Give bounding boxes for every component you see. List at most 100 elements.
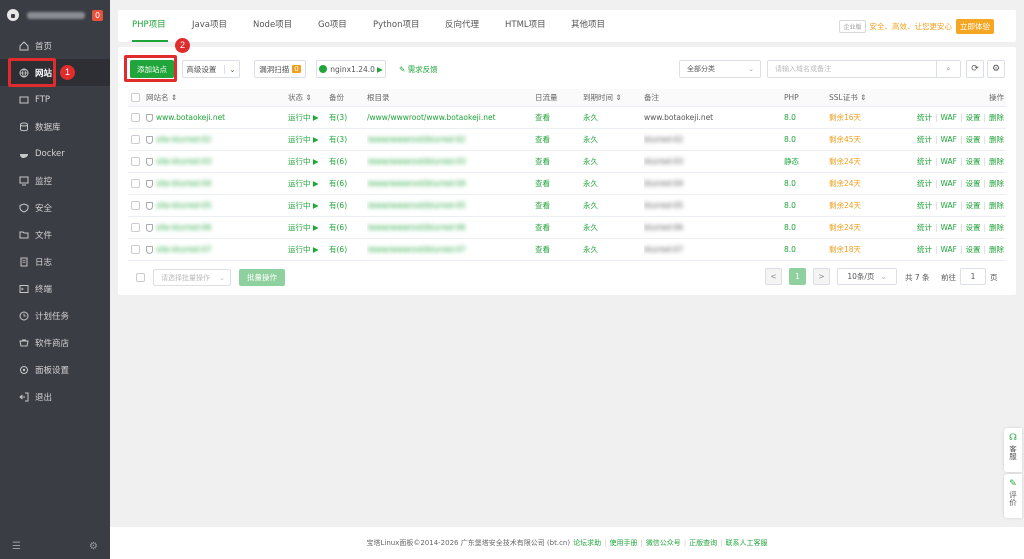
expire-link[interactable]: 永久 [583,172,644,195]
root-dir-link[interactable]: /www/wwwroot/blurred-05 [367,201,466,210]
root-dir-link[interactable]: /www/wwwroot/blurred-04 [367,179,466,188]
note-text[interactable]: blurred-02 [644,135,683,144]
site-name-link[interactable]: site-blurred-02 [156,135,211,144]
page-prev-button[interactable]: < [765,268,782,285]
action-delete[interactable]: 删除 [989,157,1004,166]
root-dir-link[interactable]: /www/wwwroot/blurred-07 [367,245,466,254]
traffic-link[interactable]: 查看 [535,238,583,261]
expire-link[interactable]: 永久 [583,106,644,129]
sidebar-item-shield[interactable]: 安全 [0,194,110,221]
batch-select[interactable]: 请选择批量操作 ⌄ 批量操作 [136,269,285,286]
action-waf[interactable]: WAF [940,201,956,210]
sidebar-item-clock[interactable]: 计划任务 [0,302,110,329]
php-version[interactable]: 静态 [784,150,829,173]
backup-link[interactable]: 有(3) [329,106,367,129]
goto-page-input[interactable]: 1 [960,268,986,285]
root-dir-link[interactable]: /www/wwwroot/www.botaokeji.net [367,113,496,122]
action-stats[interactable]: 统计 [917,245,932,254]
status-toggle[interactable]: 运行中 ▶ [288,150,329,173]
action-settings[interactable]: 设置 [965,245,980,254]
footer-link-license[interactable]: 正版查询 [689,538,717,548]
status-toggle[interactable]: 运行中 ▶ [288,106,329,129]
tab-python[interactable]: Python项目 [373,10,419,42]
status-toggle[interactable]: 运行中 ▶ [288,128,329,151]
batch-operation-button[interactable]: 批量操作 [239,269,285,286]
nginx-version-button[interactable]: nginx1.24.0 ▶ [316,60,386,78]
feedback-link[interactable]: ✎ 需求反馈 [399,64,438,75]
row-checkbox[interactable] [131,222,140,232]
php-version[interactable]: 8.0 [784,238,829,261]
traffic-link[interactable]: 查看 [535,194,583,217]
sidebar-item-database[interactable]: 数据库 [0,113,110,140]
col-site-name[interactable]: 网站名 ⇕ [146,89,288,107]
footer-link-support[interactable]: 联系人工客服 [726,538,768,548]
tab-node[interactable]: Node项目 [253,10,292,42]
action-waf[interactable]: WAF [940,245,956,254]
tab-other[interactable]: 其他项目 [571,10,605,42]
page-next-button[interactable]: > [813,268,830,285]
advanced-settings-dropdown[interactable]: 高级设置 ⌄ [182,60,240,78]
site-name-link[interactable]: site-blurred-07 [156,245,211,254]
sidebar-item-logout[interactable]: 退出 [0,383,110,410]
status-toggle[interactable]: 运行中 ▶ [288,216,329,239]
footer-link-forum[interactable]: 论坛求助 [573,538,601,548]
action-stats[interactable]: 统计 [917,113,932,122]
action-stats[interactable]: 统计 [917,135,932,144]
root-dir-link[interactable]: /www/wwwroot/blurred-03 [367,157,466,166]
action-settings[interactable]: 设置 [965,179,980,188]
site-name-link[interactable]: site-blurred-03 [156,157,211,166]
sidebar-item-terminal[interactable]: 终端 [0,275,110,302]
php-version[interactable]: 8.0 [784,128,829,151]
action-delete[interactable]: 删除 [989,179,1004,188]
action-delete[interactable]: 删除 [989,245,1004,254]
action-settings[interactable]: 设置 [965,223,980,232]
ssl-status[interactable]: 剩余16天 [829,106,889,129]
action-delete[interactable]: 删除 [989,201,1004,210]
action-waf[interactable]: WAF [940,157,956,166]
site-search-input[interactable]: 请输入域名或备注 ⌕ [767,60,961,78]
backup-link[interactable]: 有(6) [329,216,367,239]
root-dir-link[interactable]: /www/wwwroot/blurred-02 [367,135,466,144]
try-now-button[interactable]: 立即体验 [956,19,994,34]
ssl-status[interactable]: 剩余24天 [829,216,889,239]
sidebar-item-log[interactable]: 日志 [0,248,110,275]
row-checkbox[interactable] [131,178,140,188]
traffic-link[interactable]: 查看 [535,128,583,151]
row-checkbox[interactable] [131,112,140,122]
site-name-link[interactable]: site-blurred-05 [156,201,211,210]
traffic-link[interactable]: 查看 [535,172,583,195]
sidebar-item-ftp[interactable]: FTP [0,86,110,113]
note-text[interactable]: blurred-04 [644,179,683,188]
ssl-status[interactable]: 剩余24天 [829,172,889,195]
action-stats[interactable]: 统计 [917,157,932,166]
tab-html[interactable]: HTML项目 [505,10,546,42]
row-checkbox[interactable] [131,244,140,254]
action-stats[interactable]: 统计 [917,223,932,232]
site-name-link[interactable]: site-blurred-06 [156,223,211,232]
action-settings[interactable]: 设置 [965,135,980,144]
action-delete[interactable]: 删除 [989,135,1004,144]
action-settings[interactable]: 设置 [965,201,980,210]
sidebar-item-docker[interactable]: Docker [0,140,110,167]
select-all-checkbox[interactable] [131,93,140,102]
status-toggle[interactable]: 运行中 ▶ [288,238,329,261]
tab-reverse-proxy[interactable]: 反向代理 [445,10,479,42]
batch-checkbox[interactable] [136,273,145,282]
status-toggle[interactable]: 运行中 ▶ [288,194,329,217]
action-waf[interactable]: WAF [940,223,956,232]
site-name-link[interactable]: www.botaokeji.net [156,113,225,122]
action-stats[interactable]: 统计 [917,179,932,188]
status-toggle[interactable]: 运行中 ▶ [288,172,329,195]
expire-link[interactable]: 永久 [583,216,644,239]
ssl-status[interactable]: 剩余24天 [829,150,889,173]
php-version[interactable]: 8.0 [784,172,829,195]
note-text[interactable]: www.botaokeji.net [644,113,713,122]
col-ssl[interactable]: SSL证书 ⇕ [829,89,889,107]
ssl-status[interactable]: 剩余24天 [829,194,889,217]
note-text[interactable]: blurred-05 [644,201,683,210]
page-size-select[interactable]: 10条/页 ⌄ [837,268,897,285]
backup-link[interactable]: 有(6) [329,172,367,195]
ssl-status[interactable]: 剩余18天 [829,238,889,261]
sidebar-item-home[interactable]: 首页 [0,32,110,59]
site-name-link[interactable]: site-blurred-04 [156,179,211,188]
